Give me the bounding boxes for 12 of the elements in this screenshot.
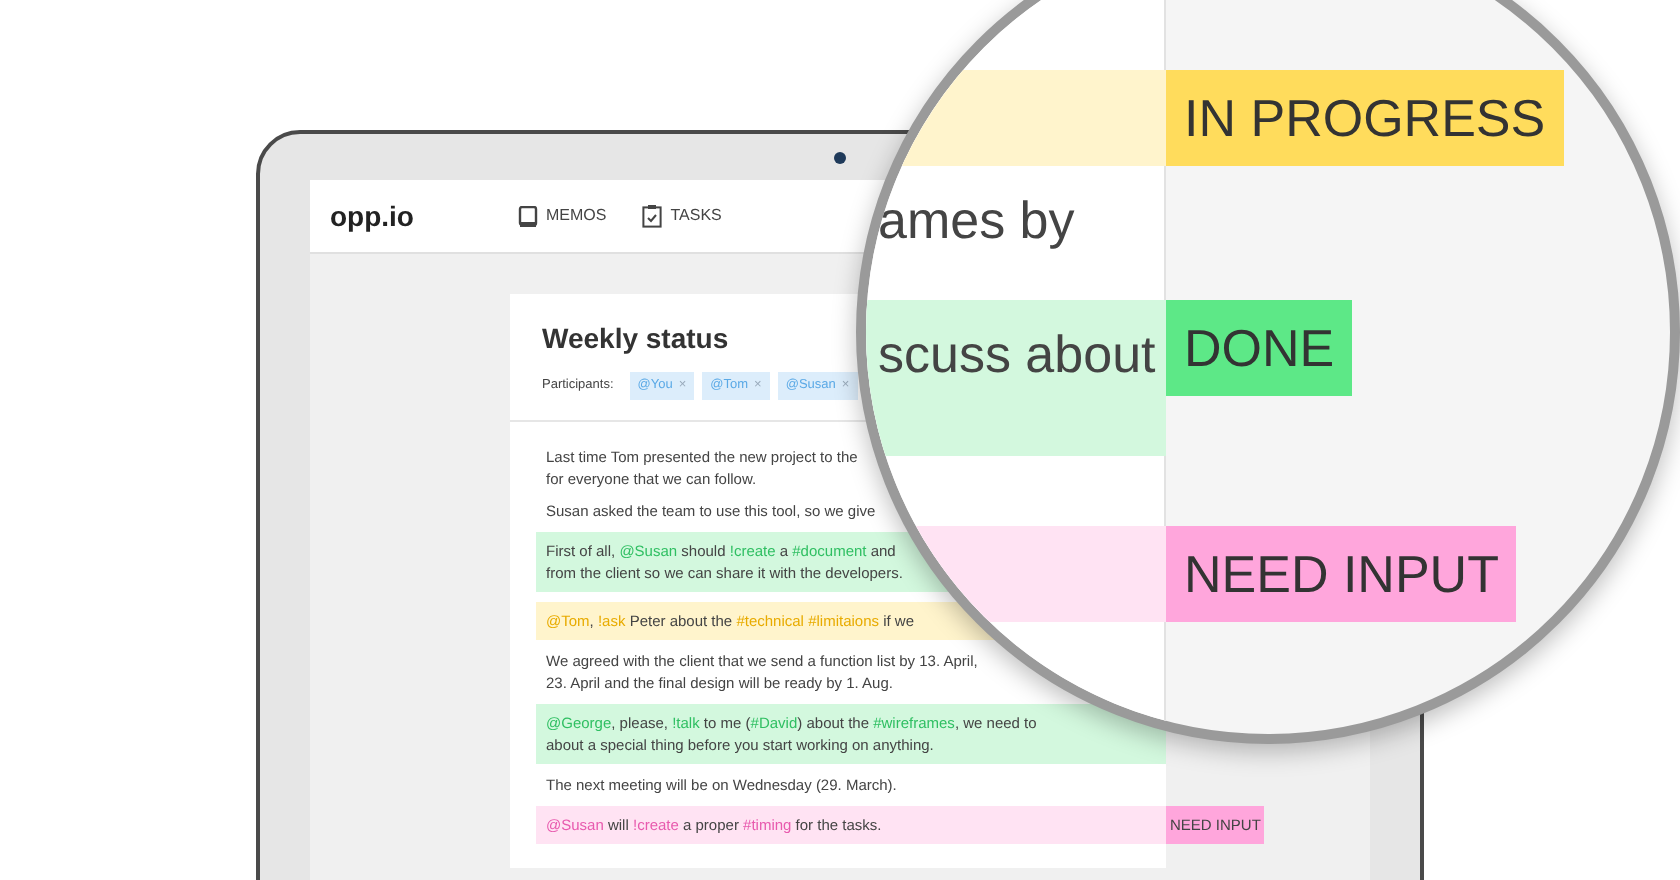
magnified-text: ames by: [878, 190, 1075, 250]
book-icon: [518, 205, 538, 227]
memo-title: Weekly status: [542, 320, 729, 358]
status-label: NEED INPUT: [1166, 526, 1517, 622]
clipboard-icon: [642, 204, 663, 228]
magnified-text: scuss about: [878, 324, 1156, 384]
status-label: IN PROGRESS: [1166, 70, 1564, 166]
nav-link[interactable]: TASKS: [642, 204, 722, 228]
logo: opp.io: [330, 197, 414, 236]
nav-link[interactable]: MEMOS: [518, 204, 607, 228]
camera-icon: [834, 151, 846, 163]
status-label: DONE: [1166, 300, 1353, 396]
